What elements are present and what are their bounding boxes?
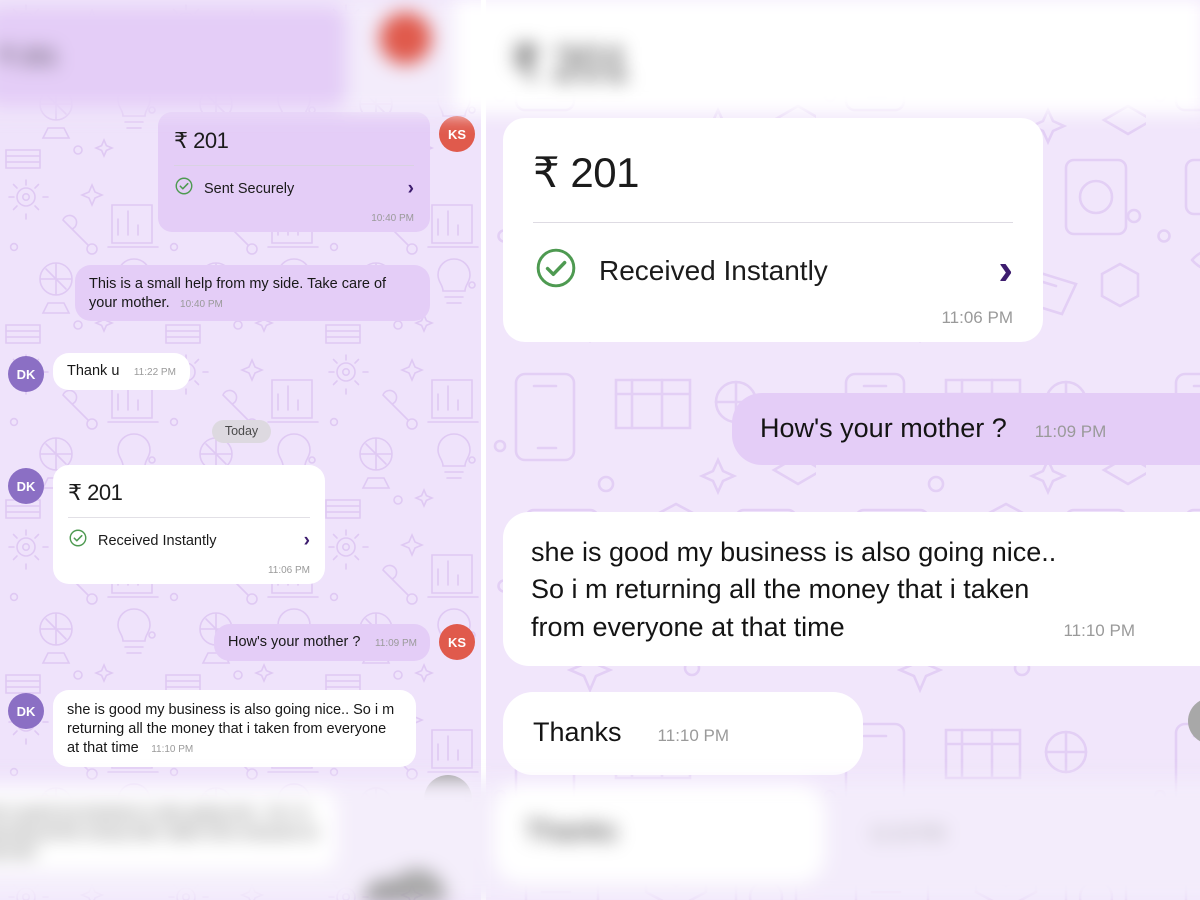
bubble-small-help[interactable]: This is a small help from my side. Take … xyxy=(75,265,430,322)
message-time: 11:09 PM xyxy=(1034,422,1107,441)
chevron-right-icon[interactable]: › xyxy=(408,179,414,198)
card-divider xyxy=(174,165,414,166)
avatar-initials: KS xyxy=(447,634,467,650)
avatar-initials: KS xyxy=(447,126,467,142)
message-time: 10:40 PM xyxy=(371,213,414,224)
avatar-partially-cut-bottom xyxy=(424,775,472,823)
date-separator-label: Today xyxy=(211,420,272,443)
message-time: 11:06 PM xyxy=(267,565,310,576)
message-text-line-3: from everyone at that time xyxy=(531,611,845,642)
card-divider xyxy=(68,517,310,518)
bubble-hows-your-mother[interactable]: How's your mother ? 11:09 PM xyxy=(213,624,430,662)
payment-status-text: Sent Securely xyxy=(204,180,295,197)
avatar-ks[interactable]: KS xyxy=(439,116,475,152)
bubble-she-is-good[interactable]: she is good my business is also going ni… xyxy=(53,690,416,768)
payment-amount: ₹ 201 xyxy=(68,480,123,505)
bubble-she-is-good-zoom[interactable]: she is good my business is also going ni… xyxy=(503,512,1200,666)
payment-amount: ₹ 201 xyxy=(174,128,229,153)
message-text-line-1: she is good my business is also going ni… xyxy=(531,537,1057,567)
message-row-zoom-hows-your-mother[interactable]: How's your mother ? 11:09 PM xyxy=(732,393,1200,466)
check-circle-icon xyxy=(174,176,194,201)
payment-card-sent[interactable]: ₹ 201 Sent Securely › 10:40 PM xyxy=(158,112,430,232)
message-text: she is good my business is also going ni… xyxy=(67,702,395,757)
chevron-right-icon[interactable]: › xyxy=(304,531,310,550)
date-separator: Today xyxy=(0,420,483,443)
bubble-thank-u[interactable]: Thank u 11:22 PM xyxy=(53,353,190,391)
message-time: 11:10 PM xyxy=(1063,620,1135,640)
avatar-dk[interactable]: DK xyxy=(8,693,44,729)
message-text: How's your mother ? xyxy=(760,413,1007,443)
message-row-zoom-she-is-good[interactable]: she is good my business is also going ni… xyxy=(503,512,1200,666)
payment-status-text: Received Instantly xyxy=(98,532,217,549)
message-time: 11:22 PM xyxy=(133,367,176,378)
message-text-line-2: So i m returning all the money that i ta… xyxy=(531,574,1030,605)
message-row-zoom-received-payment[interactable]: ₹ 201 Received Instantly › 11:06 PM xyxy=(503,118,1043,342)
bubble-thanks-zoom[interactable]: Thanks 11:10 PM xyxy=(503,692,863,776)
payment-amount: ₹ 201 xyxy=(533,149,639,196)
check-circle-icon xyxy=(68,528,88,553)
avatar-initials: DK xyxy=(16,478,36,494)
check-circle-icon xyxy=(533,245,579,296)
payment-status-text: Received Instantly xyxy=(599,254,828,286)
card-divider xyxy=(533,222,1013,223)
avatar-dk[interactable]: DK xyxy=(8,468,44,504)
message-row-zoom-thanks[interactable]: Thanks 11:10 PM xyxy=(503,692,863,776)
left-conversation-panel[interactable]: ₹ 201 Sent Securely › 10:40 PM KS This i… xyxy=(0,0,483,900)
avatar-initials: DK xyxy=(16,703,36,719)
payment-card-received[interactable]: ₹ 201 Received Instantly › 11:06 PM xyxy=(53,465,325,584)
screenshot-stage: ₹ 201 Sent Securely › 10:40 PM KS This i… xyxy=(0,0,1200,900)
message-row-received-payment[interactable]: DK ₹ 201 Received Instantly › 11:06 PM xyxy=(8,465,483,584)
message-time: 11:06 PM xyxy=(941,308,1013,327)
payment-status-row[interactable]: Received Instantly › xyxy=(68,528,310,553)
payment-status-row[interactable]: Sent Securely › xyxy=(174,176,414,201)
message-time: 11:10 PM xyxy=(151,744,194,756)
message-row-hows-your-mother[interactable]: How's your mother ? 11:09 PM KS xyxy=(0,624,483,662)
panel-divider xyxy=(481,0,484,900)
message-time: 11:10 PM xyxy=(657,726,730,745)
message-row-thank-u[interactable]: DK Thank u 11:22 PM xyxy=(8,353,483,392)
payment-status-row[interactable]: Received Instantly › xyxy=(533,245,1013,296)
message-time: 10:40 PM xyxy=(180,299,223,311)
message-text: How's your mother ? xyxy=(227,634,361,650)
avatar-ks[interactable]: KS xyxy=(439,624,475,660)
message-row-sent-payment[interactable]: ₹ 201 Sent Securely › 10:40 PM KS xyxy=(0,112,483,232)
message-text: Thank u xyxy=(67,363,120,379)
message-text: This is a small help from my side. Take … xyxy=(89,276,387,312)
avatar-initials: DK xyxy=(16,366,36,382)
bubble-hows-your-mother-zoom[interactable]: How's your mother ? 11:09 PM xyxy=(732,393,1200,466)
payment-card-received-zoom[interactable]: ₹ 201 Received Instantly › 11:06 PM xyxy=(503,118,1043,342)
chevron-right-icon[interactable]: › xyxy=(998,248,1013,292)
avatar-dk[interactable]: DK xyxy=(8,356,44,392)
message-text: Thanks xyxy=(533,717,622,747)
right-magnified-panel[interactable]: ₹ 201 Received Instantly › 11:06 PM How'… xyxy=(486,0,1200,900)
message-row-small-help[interactable]: This is a small help from my side. Take … xyxy=(0,265,483,322)
message-row-she-is-good[interactable]: DK she is good my business is also going… xyxy=(8,690,483,768)
message-time: 11:09 PM xyxy=(374,638,417,649)
